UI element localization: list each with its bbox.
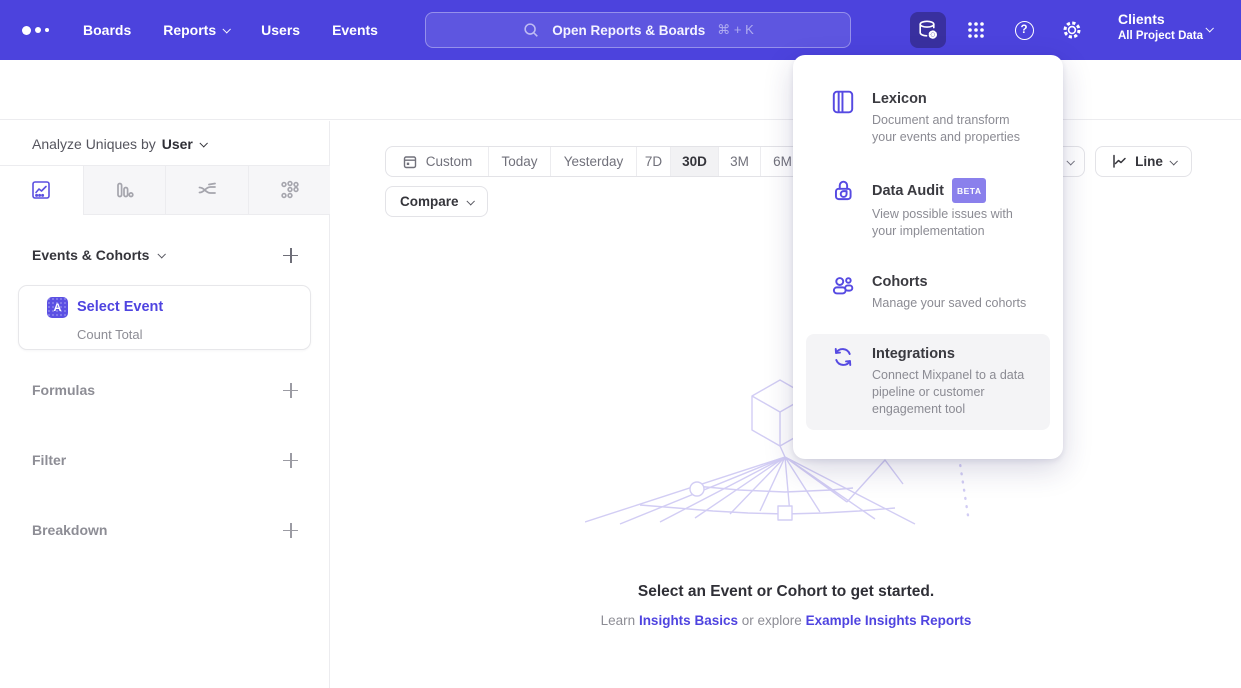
global-search[interactable]: Open Reports & Boards ⌘ + K (425, 12, 851, 48)
line-chart-icon (1111, 153, 1128, 170)
nav-menu: Boards Reports Users Events (83, 0, 378, 60)
chevron-down-icon (1066, 157, 1074, 165)
event-series-badge: A (47, 297, 68, 318)
menu-item-data-audit[interactable]: Data Audit BETA View possible issues wit… (806, 168, 1050, 252)
formulas-header: Formulas (32, 382, 95, 398)
chevron-down-icon (1169, 157, 1177, 165)
cohorts-people-icon (830, 272, 856, 298)
nav-item-boards[interactable]: Boards (83, 22, 131, 38)
nav-item-reports[interactable]: Reports (163, 22, 229, 38)
date-range-today[interactable]: Today (488, 147, 550, 176)
nav-item-events[interactable]: Events (332, 22, 378, 38)
chart-type-selector[interactable]: Line (1095, 146, 1192, 177)
help-icon: ? (1015, 21, 1034, 40)
database-gear-icon (916, 18, 940, 42)
search-shortcut: ⌘ + K (717, 22, 754, 38)
query-sidebar: Analyze Uniques by User (0, 121, 330, 688)
flow-icon (196, 179, 218, 201)
insights-basics-link[interactable]: Insights Basics (639, 613, 738, 628)
menu-item-cohorts[interactable]: Cohorts Manage your saved cohorts (806, 262, 1050, 324)
search-placeholder: Open Reports & Boards (552, 23, 705, 38)
menu-item-title: Data Audit BETA (872, 178, 1036, 203)
analyze-value-dropdown[interactable]: User (162, 136, 206, 152)
date-range-3m[interactable]: 3M (718, 147, 760, 176)
chart-type-tabs (0, 165, 330, 214)
add-filter-button[interactable] (283, 453, 298, 468)
project-name: Clients (1118, 10, 1203, 29)
nav-item-users[interactable]: Users (261, 22, 300, 38)
date-range-yesterday[interactable]: Yesterday (550, 147, 636, 176)
tab-flow-chart[interactable] (165, 166, 248, 215)
count-total-label[interactable]: Count Total (77, 327, 143, 342)
events-cohorts-header[interactable]: Events & Cohorts (32, 247, 164, 263)
settings-button[interactable] (1054, 0, 1090, 60)
lexicon-book-icon (830, 89, 856, 115)
empty-state-subtitle: Learn Insights Basics or explore Example… (331, 613, 1241, 628)
menu-item-title: Integrations (872, 344, 1036, 364)
gear-icon (1060, 18, 1084, 42)
select-event-label[interactable]: Select Event (77, 299, 163, 315)
data-audit-icon (830, 178, 856, 204)
example-reports-link[interactable]: Example Insights Reports (806, 613, 972, 628)
help-button[interactable]: ? (1006, 0, 1042, 60)
project-selector[interactable]: Clients All Project Data (1118, 10, 1203, 44)
empty-state-title: Select an Event or Cohort to get started… (331, 583, 1241, 601)
menu-item-description: Document and transform your events and p… (872, 112, 1036, 146)
menu-item-description: Manage your saved cohorts (872, 295, 1026, 312)
beta-badge: BETA (952, 178, 987, 203)
apps-grid-icon (965, 19, 987, 41)
mixpanel-logo[interactable] (22, 0, 49, 60)
tab-line-chart[interactable] (0, 166, 83, 215)
add-formula-button[interactable] (283, 383, 298, 398)
breakdown-section: Breakdown (32, 522, 298, 538)
date-range-custom[interactable]: Custom (386, 147, 488, 176)
scatter-metrics-icon (278, 179, 300, 201)
menu-item-description: View possible issues with your implement… (872, 206, 1036, 240)
line-chart-icon (30, 179, 52, 201)
menu-item-lexicon[interactable]: Lexicon Document and transform your even… (806, 79, 1050, 158)
chevron-down-icon (223, 25, 231, 33)
data-management-button[interactable] (910, 12, 946, 48)
add-breakdown-button[interactable] (283, 523, 298, 538)
tab-metrics[interactable] (248, 166, 331, 215)
date-range-30d[interactable]: 30D (670, 147, 718, 176)
top-nav: Boards Reports Users Events Open Reports… (0, 0, 1241, 60)
apps-button[interactable] (958, 0, 994, 60)
filter-header: Filter (32, 452, 66, 468)
chart-area: Custom Today Yesterday 7D 30D 3M 6M Comp… (331, 121, 1241, 688)
date-range-7d[interactable]: 7D (636, 147, 670, 176)
project-scope: All Project Data (1118, 29, 1203, 44)
tab-bar-chart[interactable] (83, 166, 166, 215)
project-chevron-icon[interactable] (1205, 24, 1213, 32)
chevron-down-icon (466, 197, 474, 205)
bar-chart-icon (113, 179, 135, 201)
menu-item-integrations[interactable]: Integrations Connect Mixpanel to a data … (806, 334, 1050, 430)
breakdown-header: Breakdown (32, 522, 107, 538)
search-icon (522, 21, 540, 39)
compare-button[interactable]: Compare (385, 186, 488, 217)
analyze-label: Analyze Uniques by (32, 136, 156, 152)
analyze-uniques-row: Analyze Uniques by User (32, 136, 206, 152)
formulas-section: Formulas (32, 382, 298, 398)
data-management-menu: Lexicon Document and transform your even… (793, 55, 1063, 459)
menu-item-description: Connect Mixpanel to a data pipeline or c… (872, 367, 1036, 418)
chevron-down-icon (199, 139, 207, 147)
chevron-down-icon (158, 250, 166, 258)
calendar-icon (402, 154, 418, 170)
events-cohorts-section: Events & Cohorts (32, 247, 298, 263)
event-card[interactable]: A Select Event Count Total (18, 285, 311, 350)
add-event-button[interactable] (283, 248, 298, 263)
menu-item-title: Lexicon (872, 89, 1036, 109)
menu-item-title: Cohorts (872, 272, 1026, 292)
filter-section: Filter (32, 452, 298, 468)
integrations-sync-icon (830, 344, 856, 370)
